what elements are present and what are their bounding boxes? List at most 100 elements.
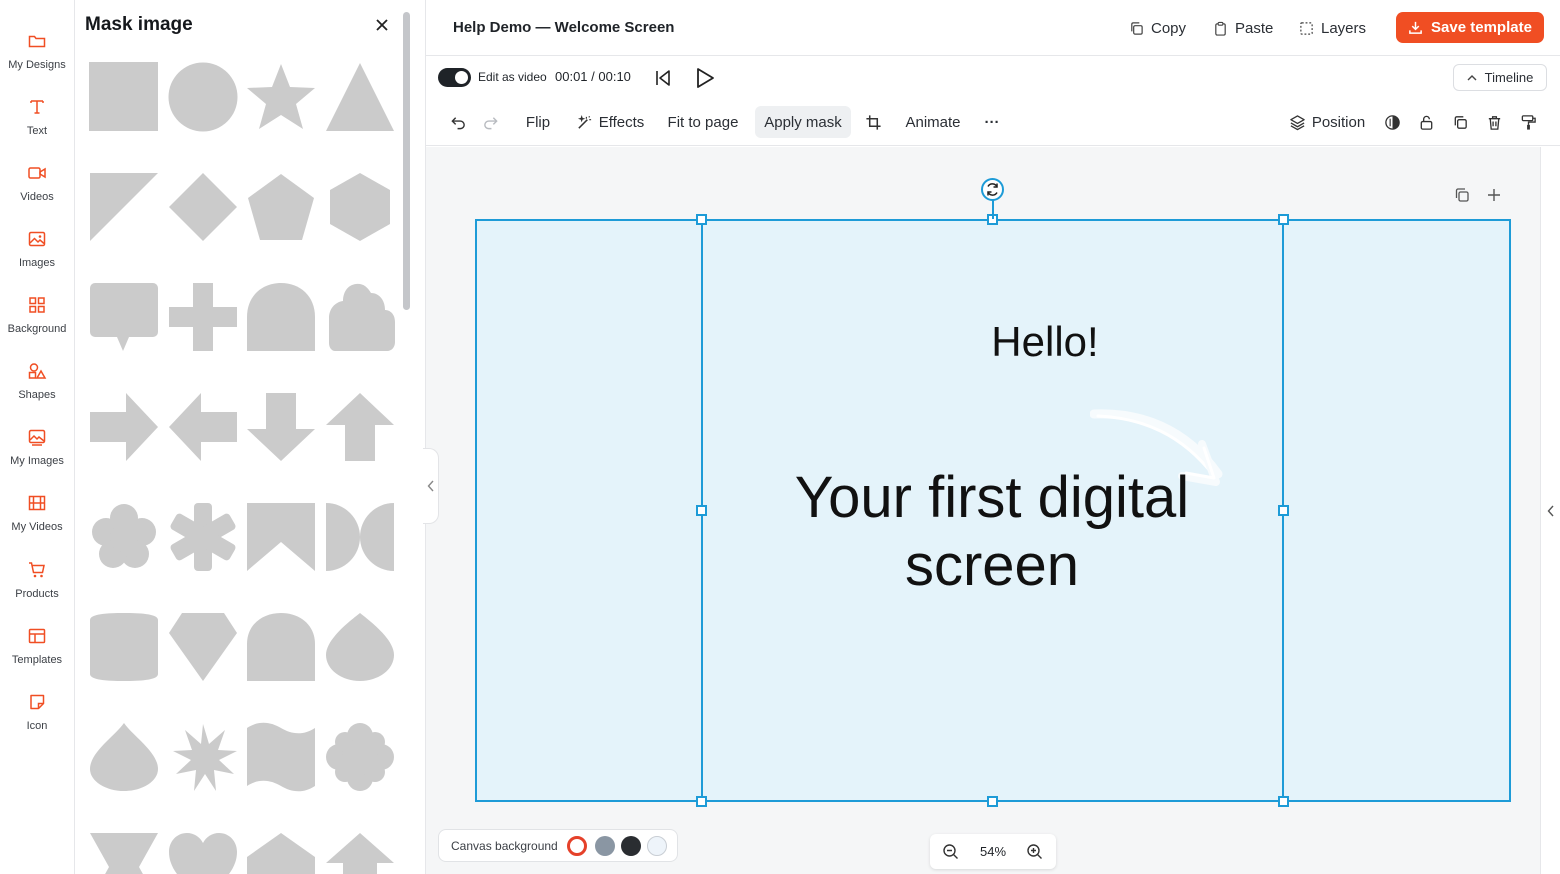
rotate-handle[interactable] bbox=[981, 178, 1004, 201]
mask-shape-split-circle[interactable] bbox=[325, 502, 395, 572]
close-icon[interactable] bbox=[373, 16, 391, 34]
crop-button[interactable] bbox=[862, 106, 884, 138]
resize-handle-left[interactable] bbox=[696, 505, 707, 516]
resize-handle-bottom[interactable] bbox=[987, 796, 998, 807]
download-icon bbox=[1409, 21, 1422, 34]
swatch-light-blue[interactable] bbox=[647, 836, 667, 856]
mask-shape-cross[interactable] bbox=[168, 282, 238, 352]
video-camera-icon bbox=[28, 167, 46, 179]
effects-button[interactable]: Effects bbox=[575, 106, 645, 138]
hello-text[interactable]: Hello! bbox=[945, 318, 1145, 366]
rail-item-products[interactable]: Products bbox=[0, 546, 74, 606]
fit-to-page-button[interactable]: Fit to page bbox=[666, 106, 740, 138]
skip-to-start-icon[interactable] bbox=[653, 68, 673, 88]
mask-shape-gem[interactable] bbox=[168, 612, 238, 682]
rail-item-videos[interactable]: Videos bbox=[0, 149, 74, 209]
chevron-up-icon bbox=[1467, 75, 1477, 81]
animate-button[interactable]: Animate bbox=[901, 106, 965, 138]
mask-shape-scallop-flower[interactable] bbox=[325, 722, 395, 792]
canvas-background-picker: Canvas background bbox=[438, 829, 678, 862]
transparency-button[interactable] bbox=[1381, 106, 1403, 138]
copy-button[interactable]: Copy bbox=[1129, 17, 1186, 39]
mask-shape-circle[interactable] bbox=[168, 62, 238, 132]
paste-button[interactable]: Paste bbox=[1213, 17, 1273, 39]
mask-shape-diamond[interactable] bbox=[168, 172, 238, 242]
rail-item-icon[interactable]: Icon bbox=[0, 678, 74, 738]
mask-shape-speech-bubble[interactable] bbox=[89, 282, 159, 352]
mask-shape-heart[interactable] bbox=[168, 832, 238, 874]
zoom-out-icon[interactable] bbox=[942, 843, 959, 860]
rail-item-my-designs[interactable]: My Designs bbox=[0, 17, 74, 77]
add-page-icon[interactable] bbox=[1485, 186, 1503, 204]
duplicate-button[interactable] bbox=[1449, 106, 1471, 138]
rail-item-text[interactable]: Text bbox=[0, 83, 74, 143]
rail-item-templates[interactable]: Templates bbox=[0, 612, 74, 672]
resize-handle-bottom-left[interactable] bbox=[696, 796, 707, 807]
mask-shape-asterisk[interactable] bbox=[168, 502, 238, 572]
mask-shape-ribbon[interactable] bbox=[246, 502, 316, 572]
mask-shape-arrow-right[interactable] bbox=[89, 392, 159, 462]
right-panel-toggle[interactable] bbox=[1540, 147, 1560, 874]
headline-text[interactable]: Your first digital screen bbox=[742, 464, 1242, 600]
panel-scrollbar-thumb[interactable] bbox=[403, 12, 410, 310]
resize-handle-top-right[interactable] bbox=[1278, 214, 1289, 225]
layout-icon bbox=[28, 628, 46, 644]
swatch-black[interactable] bbox=[621, 836, 641, 856]
mask-shape-dome[interactable] bbox=[246, 612, 316, 682]
undo-button[interactable] bbox=[446, 106, 470, 138]
mask-shape-arch[interactable] bbox=[246, 282, 316, 352]
mask-shape-cloud[interactable] bbox=[325, 282, 395, 352]
resize-handle-top-left[interactable] bbox=[696, 214, 707, 225]
mask-shape-house[interactable] bbox=[246, 832, 316, 874]
rail-item-my-videos[interactable]: My Videos bbox=[0, 479, 74, 539]
image-stack-icon bbox=[28, 429, 46, 446]
mask-shape-burst[interactable] bbox=[168, 722, 238, 792]
rail-item-shapes[interactable]: Shapes bbox=[0, 347, 74, 407]
panel-collapse-toggle[interactable] bbox=[423, 448, 439, 524]
chevron-left-icon bbox=[1547, 505, 1554, 517]
clipboard-icon bbox=[1215, 21, 1226, 36]
swatch-gray[interactable] bbox=[595, 836, 615, 856]
edit-as-video-toggle[interactable] bbox=[438, 68, 471, 87]
rail-item-images[interactable]: Images bbox=[0, 215, 74, 275]
duplicate-page-icon[interactable] bbox=[1453, 186, 1471, 204]
layers-button[interactable]: Layers bbox=[1299, 17, 1366, 39]
flip-button[interactable]: Flip bbox=[520, 106, 556, 138]
mask-shape-square[interactable] bbox=[89, 62, 159, 132]
mask-shape-wave-flag[interactable] bbox=[246, 722, 316, 792]
play-icon[interactable] bbox=[692, 66, 716, 90]
resize-handle-right[interactable] bbox=[1278, 505, 1289, 516]
mask-shape-hexagon[interactable] bbox=[325, 172, 395, 242]
mask-shape-arrow-up-wide[interactable] bbox=[325, 832, 395, 874]
mask-shape-drop[interactable] bbox=[89, 722, 159, 792]
mask-shape-arrow-left[interactable] bbox=[168, 392, 238, 462]
rail-item-label: Videos bbox=[20, 191, 54, 203]
resize-handle-bottom-right[interactable] bbox=[1278, 796, 1289, 807]
rail-item-background[interactable]: Background bbox=[0, 281, 74, 341]
rail-item-label: Icon bbox=[26, 720, 48, 732]
mask-shape-drop-tilted[interactable] bbox=[325, 612, 395, 682]
mask-shape-pentagon[interactable] bbox=[246, 172, 316, 242]
mask-shape-hourglass[interactable] bbox=[89, 832, 159, 874]
magic-wand-icon bbox=[577, 114, 591, 129]
save-template-button[interactable]: Save template bbox=[1396, 12, 1544, 43]
copy-style-button[interactable] bbox=[1517, 106, 1539, 138]
rail-item-my-images[interactable]: My Images bbox=[0, 413, 74, 473]
delete-button[interactable] bbox=[1483, 106, 1505, 138]
top-bar: Help Demo — Welcome Screen Copy Paste La… bbox=[426, 0, 1560, 56]
position-button[interactable]: Position bbox=[1288, 106, 1366, 138]
mask-shape-arrow-up[interactable] bbox=[325, 392, 395, 462]
swatch-white[interactable] bbox=[567, 836, 587, 856]
redo-button[interactable] bbox=[478, 106, 502, 138]
mask-shape-flower[interactable] bbox=[89, 502, 159, 572]
apply-mask-button[interactable]: Apply mask bbox=[755, 106, 851, 138]
mask-shape-arrow-down[interactable] bbox=[246, 392, 316, 462]
mask-shape-triangle[interactable] bbox=[325, 62, 395, 132]
mask-shape-rounded-rect[interactable] bbox=[89, 612, 159, 682]
timeline-button[interactable]: Timeline bbox=[1453, 64, 1547, 91]
mask-shape-right-triangle[interactable] bbox=[89, 172, 159, 242]
more-options-button[interactable]: ··· bbox=[981, 106, 1003, 138]
zoom-in-icon[interactable] bbox=[1026, 843, 1043, 860]
lock-button[interactable] bbox=[1415, 106, 1437, 138]
mask-shape-star[interactable] bbox=[246, 62, 316, 132]
